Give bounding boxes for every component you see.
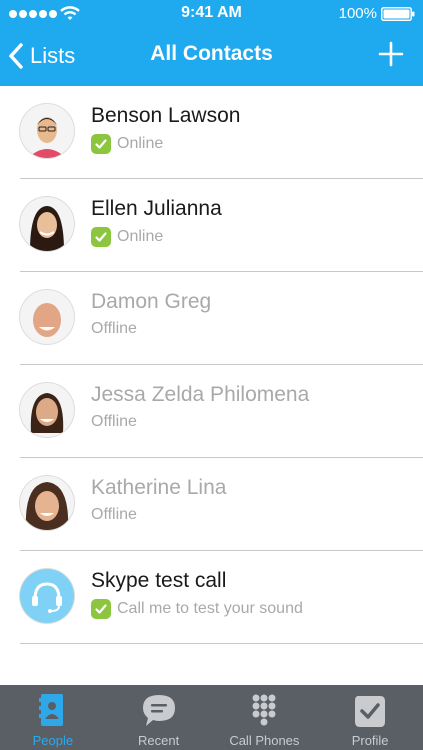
- contact-status-text: Offline: [91, 506, 137, 523]
- tab-bar: People Recent Call Phones Profile: [0, 685, 423, 750]
- battery-icon: [381, 7, 415, 21]
- tab-label: Call Phones: [229, 733, 300, 748]
- contact-row[interactable]: Benson Lawson Online: [20, 86, 423, 179]
- avatar: [20, 569, 74, 623]
- contact-name: Jessa Zelda Philomena: [91, 383, 310, 406]
- online-check-icon: [91, 227, 111, 247]
- contact-row[interactable]: Jessa Zelda Philomena Offline: [20, 365, 423, 458]
- plus-icon[interactable]: [377, 40, 405, 68]
- dialpad-icon: [252, 694, 276, 726]
- avatar: [20, 476, 74, 530]
- tab-profile[interactable]: Profile: [317, 685, 423, 750]
- contact-name: Damon Greg: [91, 290, 212, 313]
- contact-row[interactable]: Damon Greg Offline: [20, 272, 423, 365]
- avatar: [20, 290, 74, 344]
- contact-status-text: Offline: [91, 413, 137, 430]
- headset-icon: [20, 569, 74, 623]
- status-bar: 9:41 AM 100%: [0, 0, 423, 28]
- contact-name: Skype test call: [91, 569, 227, 592]
- contact-name: Katherine Lina: [91, 476, 227, 499]
- people-icon: [38, 694, 63, 726]
- battery-percent: 100%: [338, 5, 377, 22]
- app-screen: 9:41 AM 100% Lists All Contacts Benson L…: [0, 0, 423, 750]
- tab-call-phones[interactable]: Call Phones: [212, 685, 318, 750]
- profile-icon: [355, 696, 386, 727]
- online-check-icon: [91, 134, 111, 154]
- chat-bubble-icon: [142, 695, 175, 726]
- contact-status: Online: [91, 227, 163, 247]
- avatar: [20, 383, 74, 437]
- tab-people[interactable]: People: [0, 685, 106, 750]
- header: 9:41 AM 100% Lists All Contacts: [0, 0, 423, 86]
- contact-status: Online: [91, 134, 163, 154]
- avatar: [20, 197, 74, 251]
- contact-status: Offline: [91, 506, 137, 524]
- tab-label: Profile: [351, 733, 389, 748]
- contact-status-text: Online: [117, 135, 164, 152]
- online-check-icon: [91, 599, 111, 619]
- nav-bar: Lists All Contacts: [0, 28, 423, 84]
- contact-status-text: Online: [117, 228, 164, 245]
- contact-row[interactable]: Skype test call Call me to test your sou…: [20, 551, 423, 644]
- contact-status: Offline: [91, 413, 137, 431]
- contact-row[interactable]: Katherine Lina Offline: [20, 458, 423, 551]
- contact-status-text: Call me to test your sound: [117, 600, 303, 617]
- contact-status-text: Offline: [91, 320, 137, 337]
- tab-label: Recent: [138, 733, 180, 748]
- contact-list: Benson Lawson Online Ellen Julianna Onli…: [0, 86, 423, 644]
- page-title: All Contacts: [150, 42, 273, 65]
- tab-label: People: [32, 733, 74, 748]
- avatar: [20, 104, 74, 158]
- contact-status: Offline: [91, 320, 137, 338]
- tab-recent[interactable]: Recent: [106, 685, 212, 750]
- contact-row[interactable]: Ellen Julianna Online: [20, 179, 423, 272]
- contact-status: Call me to test your sound: [91, 599, 303, 619]
- contact-name: Ellen Julianna: [91, 197, 222, 220]
- contact-name: Benson Lawson: [91, 104, 241, 127]
